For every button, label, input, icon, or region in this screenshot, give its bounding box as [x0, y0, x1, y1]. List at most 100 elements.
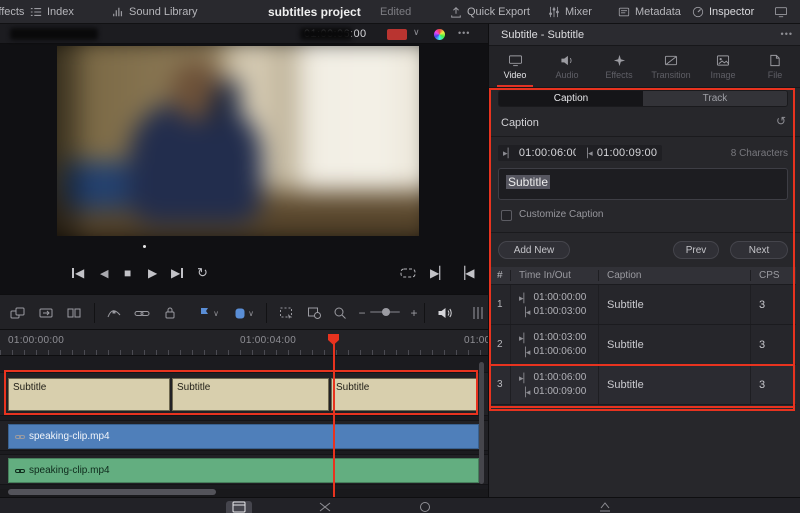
dynamic-trim-mode-icon[interactable] [64, 304, 84, 322]
linked-clip-icon [15, 433, 25, 441]
header-caption: Caption [599, 270, 751, 281]
segment-caption[interactable]: Caption [499, 91, 643, 106]
zoom-slider-knob[interactable] [382, 308, 390, 316]
stop-button[interactable]: ■ [124, 264, 131, 282]
audio-clip[interactable]: speaking-clip.mp4 [8, 458, 479, 483]
tab-effects[interactable]: Effects [593, 46, 645, 87]
external-monitor-button[interactable] [774, 0, 788, 24]
file-tab-icon [769, 54, 781, 67]
tab-image[interactable]: Image [697, 46, 749, 87]
inspector-icon [692, 6, 704, 18]
tab-file[interactable]: File [749, 46, 800, 87]
vertical-scrollbar[interactable] [479, 362, 484, 484]
page-icon[interactable] [312, 501, 338, 513]
subtitle-clip-1[interactable]: Subtitle [8, 378, 170, 411]
flag-color-caret-icon[interactable]: ∨ [211, 304, 221, 322]
caption-row-3-selected[interactable]: 3 ▸▏01:00:06:00 ▕◂01:00:09:00 Subtitle 3 [489, 365, 796, 405]
caption-text-input[interactable]: Subtitle [498, 168, 788, 200]
caption-time-out-field[interactable]: ▕◂ 01:00:09:00 [576, 145, 662, 161]
sound-library-button[interactable]: Sound Library [112, 0, 198, 24]
row-caption: Subtitle [599, 285, 751, 324]
caption-time-in-field[interactable]: ▸▏ 01:00:06:00 [498, 145, 584, 161]
box-select-icon[interactable] [276, 304, 296, 322]
loop-button[interactable]: ↻ [197, 264, 208, 282]
loop-region-icon[interactable] [400, 264, 416, 282]
go-to-start-button[interactable]: ◀ [72, 264, 84, 282]
out-point-icon: ▕◂ [519, 305, 530, 319]
segment-track[interactable]: Track [643, 91, 787, 106]
mixer-button[interactable]: Mixer [548, 0, 592, 24]
index-panel-button[interactable]: Index [30, 0, 74, 24]
effects-panel-button[interactable]: Effects [0, 0, 24, 24]
caption-row-1[interactable]: 1 ▸▏01:00:00:00 ▕◂01:00:03:00 Subtitle 3 [489, 285, 796, 325]
row-caption: Subtitle [599, 325, 751, 364]
zoom-slider[interactable] [370, 311, 400, 313]
zoom-out-icon[interactable]: − [352, 304, 372, 322]
prev-button[interactable]: Prev [673, 241, 719, 259]
horizontal-scrollbar[interactable] [8, 489, 216, 495]
video-clip[interactable]: speaking-clip.mp4 [8, 424, 479, 449]
trim-edit-mode-icon[interactable] [36, 304, 56, 322]
zoom-box-icon[interactable] [304, 304, 324, 322]
customize-caption-checkbox[interactable] [501, 210, 512, 221]
timeline-ruler[interactable]: 01:00:00:00 01:00:04:00 01:00:08 [0, 330, 488, 356]
audio-clip-label: speaking-clip.mp4 [29, 465, 110, 476]
ruler-tick-marks [0, 350, 488, 355]
reset-icon[interactable]: ↺ [776, 114, 786, 128]
subtitle-clip-label: Subtitle [177, 382, 210, 393]
row-number: 3 [489, 365, 511, 404]
page-icon-active[interactable] [226, 501, 252, 513]
match-frame-next-button[interactable]: ▶▏ [430, 264, 448, 282]
project-edited-status: Edited [380, 0, 411, 24]
subtitle-clip-label: Subtitle [336, 382, 369, 393]
clipped-toolbar-icon[interactable] [468, 304, 488, 322]
audio-monitor-icon[interactable] [434, 304, 454, 322]
position-lock-icon[interactable] [160, 304, 180, 322]
play-button[interactable]: ▶ [148, 264, 157, 282]
caption-table-header: # Time In/Out Caption CPS [489, 267, 796, 285]
tab-label: File [768, 70, 783, 80]
page-icon[interactable] [412, 501, 438, 513]
caption-text-value: Subtitle [506, 175, 550, 189]
row-cps: 3 [751, 285, 796, 324]
tab-audio[interactable]: Audio [541, 46, 593, 87]
marker-color-caret-icon[interactable]: ∨ [246, 304, 256, 322]
metadata-button[interactable]: Metadata [618, 0, 681, 24]
tab-transition[interactable]: Transition [645, 46, 697, 87]
caption-section-header: Caption [501, 117, 539, 129]
inspector-button[interactable]: Inspector [692, 0, 754, 24]
match-frame-prev-button[interactable]: ▕◀ [456, 264, 474, 282]
top-menu-bar: Effects Index Sound Library subtitles pr… [0, 0, 800, 24]
time-out-value: 01:00:09:00 [597, 147, 657, 159]
tab-video[interactable]: Video [489, 46, 541, 87]
subtitle-clip-label: Subtitle [13, 382, 46, 393]
zoom-tool-icon[interactable] [330, 304, 350, 322]
monitor-icon [774, 6, 788, 18]
caption-row-2[interactable]: 2 ▸▏01:00:03:00 ▕◂01:00:06:00 Subtitle 3 [489, 325, 796, 365]
row-number: 1 [489, 285, 511, 324]
color-viewer-icon[interactable] [434, 29, 445, 40]
divider [489, 232, 800, 233]
tab-label: Video [504, 70, 527, 80]
subtitle-clip-2[interactable]: Subtitle [172, 378, 329, 411]
link-clips-icon[interactable] [132, 304, 152, 322]
zoom-in-icon[interactable]: + [404, 304, 424, 322]
tab-label: Image [710, 70, 735, 80]
timeline-name-redacted[interactable] [10, 28, 98, 40]
row-caption: Subtitle [599, 365, 751, 404]
viewer-options-menu[interactable]: ••• [458, 28, 470, 38]
retime-curve-icon[interactable] [104, 304, 124, 322]
page-icon[interactable] [592, 501, 618, 513]
sound-library-label: Sound Library [129, 6, 198, 18]
go-to-end-button[interactable]: ▶ [171, 264, 183, 282]
next-button[interactable]: Next [730, 241, 788, 259]
step-back-button[interactable]: ◀ [100, 264, 108, 282]
row-number: 2 [489, 325, 511, 364]
subtitle-clip-3[interactable]: Subtitle [331, 378, 477, 411]
quick-export-button[interactable]: Quick Export [450, 0, 530, 24]
video-clip-label: speaking-clip.mp4 [29, 431, 110, 442]
chevron-down-icon[interactable]: ∨ [413, 27, 420, 38]
normal-edit-mode-icon[interactable] [8, 304, 28, 322]
inspector-options-menu[interactable]: ••• [781, 29, 793, 39]
add-new-button[interactable]: Add New [498, 241, 570, 259]
